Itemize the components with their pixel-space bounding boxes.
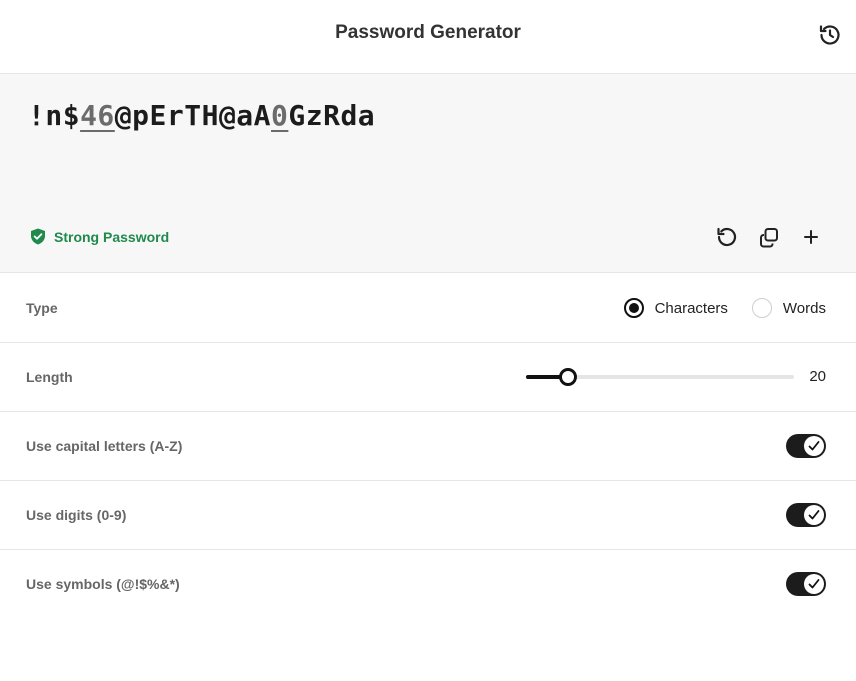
copy-button[interactable] — [754, 222, 784, 252]
add-button[interactable] — [796, 222, 826, 252]
symbols-row: Use symbols (@!$%&*) — [0, 550, 856, 619]
password-digit-segment: 0 — [271, 99, 289, 132]
length-label: Length — [26, 369, 73, 385]
regenerate-button[interactable] — [712, 222, 742, 252]
password-actions — [712, 222, 826, 252]
header: Password Generator — [0, 0, 856, 74]
capitals-toggle[interactable] — [786, 434, 826, 458]
symbols-label: Use symbols (@!$%&*) — [26, 576, 180, 592]
refresh-icon — [717, 227, 737, 247]
check-icon — [808, 579, 820, 589]
type-row: Type Characters Words — [0, 274, 856, 343]
toggle-knob — [804, 574, 824, 594]
capitals-row: Use capital letters (A-Z) — [0, 412, 856, 481]
digits-row: Use digits (0-9) — [0, 481, 856, 550]
length-value: 20 — [809, 368, 826, 385]
radio-selected — [623, 298, 644, 318]
strength-label: Strong Password — [54, 228, 170, 245]
page-title: Password Generator — [335, 22, 521, 43]
strength-indicator: Strong Password — [30, 228, 169, 245]
check-icon — [808, 510, 820, 520]
plus-icon — [804, 230, 818, 244]
password-segment: @pErTH@aA — [114, 99, 272, 132]
type-radio-group: Characters Words — [623, 298, 826, 318]
length-row: Length 20 — [0, 343, 856, 412]
password-segment: GzRda — [288, 99, 376, 132]
history-icon — [819, 25, 840, 45]
type-option-characters[interactable]: Characters — [623, 298, 728, 318]
type-option-label: Words — [782, 299, 826, 317]
shield-check-icon — [31, 228, 45, 245]
copy-icon — [760, 228, 778, 248]
generated-password[interactable]: !n$46@pErTH@aA0GzRda — [28, 99, 375, 132]
type-option-label: Characters — [654, 299, 728, 317]
type-option-words[interactable]: Words — [751, 298, 826, 318]
length-slider[interactable] — [526, 367, 794, 387]
digits-label: Use digits (0-9) — [26, 507, 127, 523]
toggle-knob — [804, 436, 824, 456]
password-panel: !n$46@pErTH@aA0GzRda Strong Password — [0, 74, 856, 273]
symbols-toggle[interactable] — [786, 572, 826, 596]
history-button[interactable] — [816, 21, 844, 49]
capitals-label: Use capital letters (A-Z) — [26, 438, 183, 454]
toggle-knob — [804, 505, 824, 525]
slider-thumb[interactable] — [559, 368, 577, 386]
password-digit-segment: 46 — [80, 99, 115, 132]
digits-toggle[interactable] — [786, 503, 826, 527]
password-segment: !n$ — [28, 99, 81, 132]
check-icon — [808, 441, 820, 451]
radio-unselected — [751, 298, 772, 318]
type-label: Type — [26, 300, 58, 316]
